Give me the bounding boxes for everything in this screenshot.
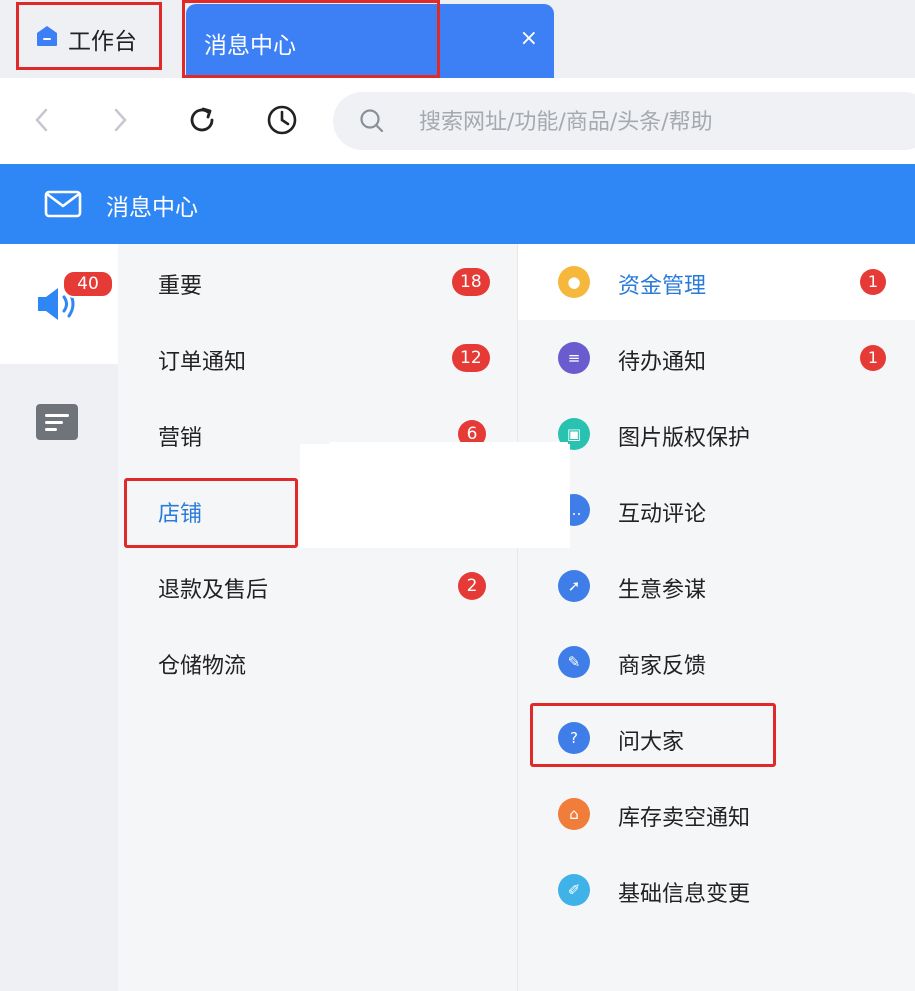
highlight-outline	[530, 703, 776, 767]
mail-icon	[44, 190, 82, 218]
rail-unread-badge: 40	[62, 270, 114, 298]
tab-workbench-label: 工作台	[68, 29, 137, 55]
subcategory-label: 图片版权保护	[618, 426, 751, 451]
highlight-outline	[124, 478, 298, 548]
overlay-patch	[330, 442, 568, 472]
close-icon[interactable]: ×	[520, 26, 538, 51]
money-bag-icon: ●	[558, 266, 590, 298]
page-title: 消息中心	[106, 195, 198, 221]
home-icon	[37, 26, 57, 46]
category-label: 退款及售后	[158, 578, 269, 603]
category-label: 订单通知	[158, 350, 247, 375]
feedback-icon: ✎	[558, 646, 590, 678]
compass-icon: ➚	[558, 570, 590, 602]
count-badge: 12	[452, 344, 490, 372]
count-badge: 1	[860, 345, 886, 371]
navigation-bar	[0, 78, 915, 164]
category-label: 营销	[158, 426, 203, 451]
highlight-outline	[182, 0, 440, 78]
subcategory-label: 互动评论	[618, 502, 707, 527]
subcategory-label: 商家反馈	[618, 654, 707, 679]
subcategory-label: 生意参谋	[618, 578, 707, 603]
tab-bar: 工作台 消息中心 ×	[0, 0, 915, 78]
subcategory-label: 库存卖空通知	[618, 806, 751, 831]
warehouse-icon: ⌂	[558, 798, 590, 830]
category-list: 重要 18 订单通知 12 营销 6 店铺 退款及售后 2 仓储物流	[118, 244, 518, 991]
count-badge: 2	[458, 572, 486, 600]
count-badge: 1	[860, 269, 886, 295]
document-icon[interactable]	[36, 404, 78, 440]
page-header: 消息中心	[0, 164, 915, 244]
subcategory-label: 基础信息变更	[618, 882, 751, 907]
rail-item-notifications[interactable]: 40	[0, 244, 118, 364]
search-bar[interactable]	[333, 92, 915, 150]
refresh-icon[interactable]	[184, 102, 220, 138]
count-badge: 18	[452, 268, 490, 296]
category-label: 仓储物流	[158, 654, 247, 679]
left-rail: 40	[0, 244, 118, 991]
todo-icon: ≡	[558, 342, 590, 374]
history-icon[interactable]	[264, 102, 300, 138]
edit-doc-icon: ✐	[558, 874, 590, 906]
subcategory-label: 资金管理	[618, 274, 707, 299]
subcategory-label: 待办通知	[618, 350, 707, 375]
search-icon	[360, 109, 384, 133]
search-input[interactable]	[417, 100, 901, 144]
forward-icon[interactable]	[102, 102, 138, 138]
category-label: 重要	[158, 274, 203, 299]
back-icon[interactable]	[24, 102, 60, 138]
